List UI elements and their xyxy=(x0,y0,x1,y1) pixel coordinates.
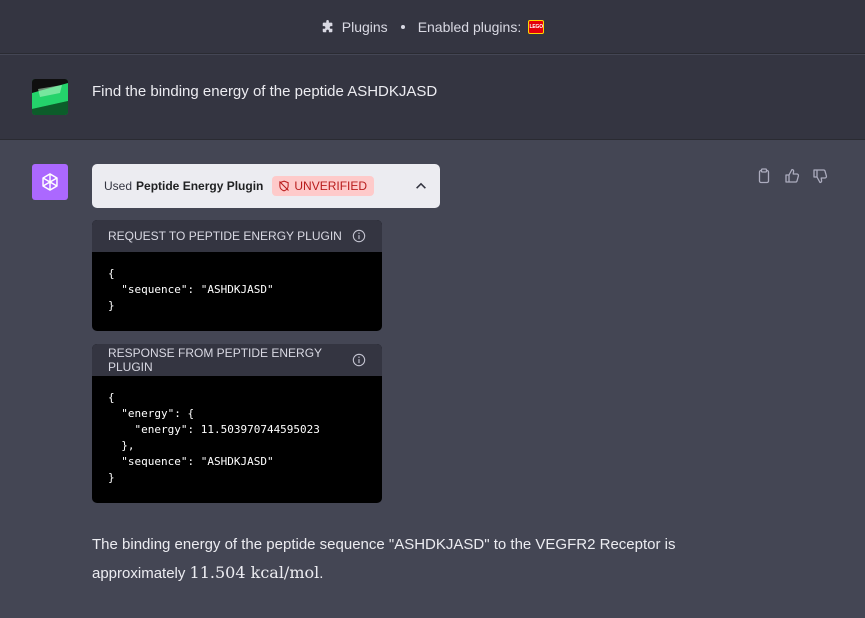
thumbs-down-icon[interactable] xyxy=(812,168,828,184)
used-label: Used xyxy=(104,179,133,193)
assistant-answer: The binding energy of the peptide sequen… xyxy=(92,531,732,588)
plugin-name: Peptide Energy Plugin xyxy=(136,179,264,193)
response-panel-header: RESPONSE FROM PEPTIDE ENERGY PLUGIN xyxy=(92,344,382,376)
copy-icon[interactable] xyxy=(756,168,772,184)
unverified-badge: UNVERIFIED xyxy=(272,176,375,196)
response-panel: RESPONSE FROM PEPTIDE ENERGY PLUGIN { "e… xyxy=(92,344,382,503)
thumbs-up-icon[interactable] xyxy=(784,168,800,184)
answer-line-2: approximately 11.504 kcal/mol. xyxy=(92,559,732,588)
plugin-usage-bar[interactable]: Used Peptide Energy Plugin UNVERIFIED xyxy=(92,164,440,208)
request-panel-title: REQUEST TO PEPTIDE ENERGY PLUGIN xyxy=(108,229,342,243)
info-icon[interactable] xyxy=(352,229,366,243)
request-code: { "sequence": "ASHDKJASD" } xyxy=(108,267,274,312)
enabled-plugins-label: Enabled plugins: xyxy=(417,18,522,35)
puzzle-icon xyxy=(322,19,333,32)
lego-icon[interactable]: LEGO xyxy=(528,19,545,34)
user-avatar-image xyxy=(32,79,68,115)
user-message-row: Find the binding energy of the peptide A… xyxy=(0,55,865,140)
info-icon[interactable] xyxy=(352,353,366,367)
energy-value: 11.504 kcal/mol xyxy=(189,563,320,582)
openai-logo-icon xyxy=(42,173,58,191)
shield-off-icon xyxy=(279,180,290,192)
request-panel-header: REQUEST TO PEPTIDE ENERGY PLUGIN xyxy=(92,220,382,252)
answer-prefix: approximately xyxy=(92,565,190,582)
response-code: { "energy": { "energy": 11.5039707445950… xyxy=(108,391,320,484)
user-message-text: Find the binding energy of the peptide A… xyxy=(92,83,438,100)
chevron-up-icon[interactable] xyxy=(414,179,428,193)
answer-line-1: The binding energy of the peptide sequen… xyxy=(92,536,676,553)
request-panel: REQUEST TO PEPTIDE ENERGY PLUGIN { "sequ… xyxy=(92,220,382,331)
answer-suffix: . xyxy=(319,565,324,582)
unverified-text: UNVERIFIED xyxy=(294,179,368,193)
message-actions xyxy=(756,168,828,184)
plugins-label: Plugins xyxy=(341,18,388,35)
response-panel-title: RESPONSE FROM PEPTIDE ENERGY PLUGIN xyxy=(108,346,322,374)
separator-dot xyxy=(400,24,405,29)
assistant-avatar xyxy=(32,164,68,200)
conversation-header: Plugins Enabled plugins: LEGO xyxy=(0,0,865,54)
user-avatar xyxy=(32,79,68,115)
